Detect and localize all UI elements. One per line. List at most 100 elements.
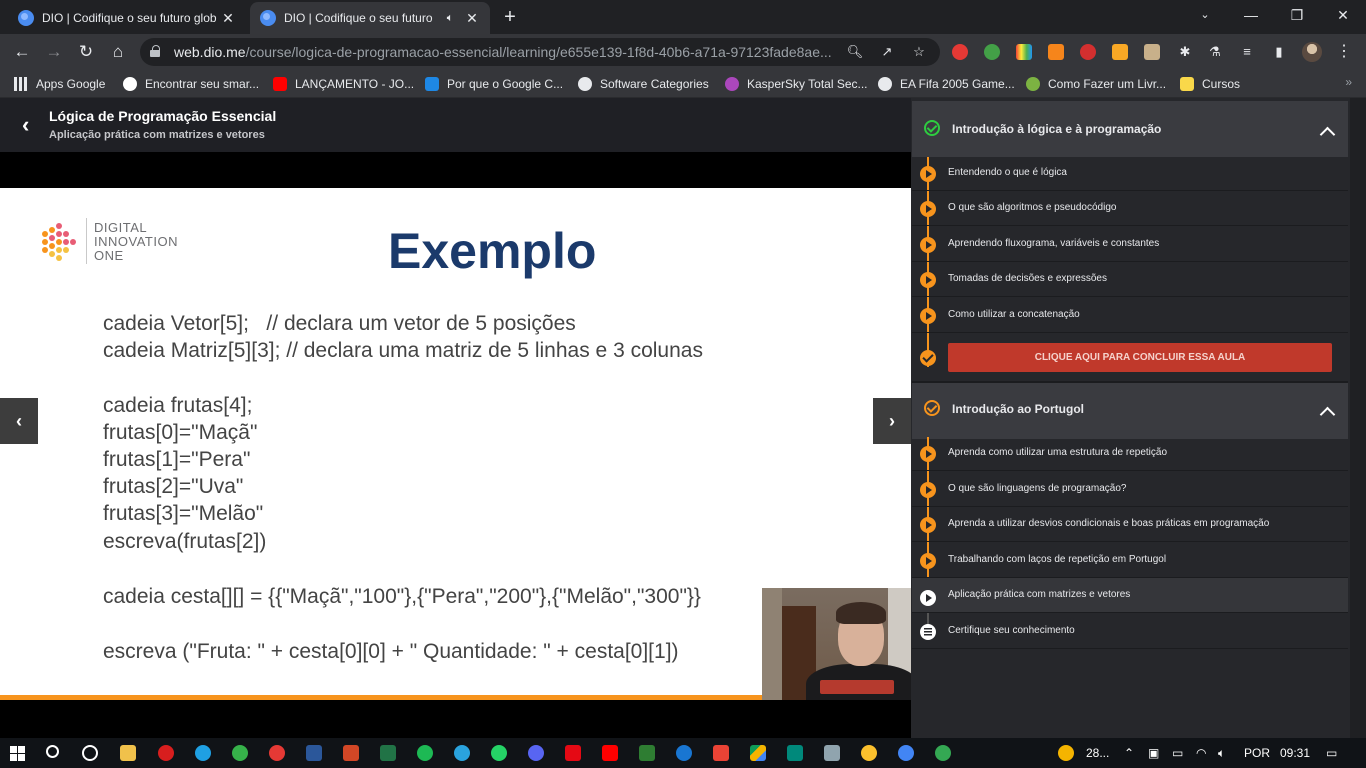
gmail-icon[interactable] (713, 745, 729, 761)
minimize-button[interactable]: — (1228, 0, 1274, 32)
lesson-item[interactable]: Certifique seu conhecimento (912, 614, 1348, 649)
tab-search-icon[interactable]: ⌄ (1182, 0, 1228, 32)
bookmark-item[interactable]: Encontrar seu smar... (123, 75, 259, 93)
browser-tab-active[interactable]: DIO | Codifique o seu futuro 🔈︎ ✕ (250, 2, 490, 34)
collapse-chevron-icon[interactable] (1320, 124, 1334, 138)
clock[interactable]: 09:31 (1280, 746, 1310, 760)
address-bar[interactable]: web.dio.me/course/logica-de-programacao-… (140, 38, 940, 66)
extensions-puzzle-icon[interactable]: ✱ (1176, 43, 1194, 61)
browser-toolbar: ← → ↻ ⌂ web.dio.me/course/logica-de-prog… (0, 34, 1366, 70)
maximize-button[interactable]: ❐ (1274, 0, 1320, 32)
lesson-item[interactable]: O que são linguagens de programação? (912, 472, 1348, 507)
language-indicator[interactable]: POR (1244, 746, 1270, 760)
bookmark-item[interactable]: LANÇAMENTO - JO... (273, 75, 414, 93)
lesson-item[interactable]: Entendendo o que é lógica (912, 156, 1348, 191)
google-drive-icon[interactable] (750, 745, 766, 761)
back-icon[interactable]: ← (10, 40, 34, 64)
metamask-icon[interactable] (1048, 44, 1064, 60)
browser-tab[interactable]: DIO | Codifique o seu futuro glob ✕ (8, 2, 246, 34)
bookmark-item[interactable]: EA Fifa 2005 Game... (878, 75, 1015, 93)
next-lesson-button[interactable]: › (873, 398, 911, 444)
share-icon[interactable]: ↗ (878, 43, 896, 61)
app-icon[interactable] (269, 745, 285, 761)
close-tab-icon[interactable]: ✕ (220, 10, 236, 27)
word-icon[interactable] (306, 745, 322, 761)
reload-icon[interactable]: ↻ (74, 40, 98, 64)
lesson-item[interactable]: Como utilizar a concatenação (912, 298, 1348, 333)
lesson-item[interactable]: Aprendendo fluxograma, variáveis e const… (912, 227, 1348, 262)
extension-icon[interactable] (952, 44, 968, 60)
url-text[interactable]: web.dio.me/course/logica-de-programacao-… (174, 44, 834, 60)
tray-icon[interactable]: ▣ (1148, 746, 1159, 760)
labs-flask-icon[interactable]: ⚗ (1206, 43, 1224, 61)
profile-avatar[interactable] (1302, 42, 1322, 62)
show-hidden-icons-icon[interactable]: ⌃ (1124, 746, 1134, 760)
collapse-chevron-icon[interactable] (1320, 404, 1334, 418)
windows-start-icon[interactable] (10, 746, 25, 761)
edge-icon[interactable] (195, 745, 211, 761)
search-icon[interactable] (46, 745, 59, 758)
side-panel-icon[interactable]: ▮ (1270, 43, 1288, 61)
lesson-item[interactable]: O que são algoritmos e pseudocódigo (912, 191, 1348, 226)
bookmark-apps-google[interactable]: Apps Google (14, 75, 105, 93)
new-tab-button[interactable]: + (498, 6, 522, 30)
chrome-icon[interactable] (861, 745, 877, 761)
extension-icon[interactable] (1112, 44, 1128, 60)
opera-icon[interactable] (158, 745, 174, 761)
lesson-item[interactable]: Trabalhando com laços de repetição em Po… (912, 543, 1348, 578)
app-icon[interactable] (639, 745, 655, 761)
extension-icon[interactable] (1080, 44, 1096, 60)
globe-icon (878, 77, 892, 91)
bookmark-item[interactable]: KasperSky Total Sec... (725, 75, 868, 93)
spotify-icon[interactable] (417, 745, 433, 761)
lesson-item[interactable]: Aprenda como utilizar uma estrutura de r… (912, 436, 1348, 471)
app-icon[interactable] (787, 745, 803, 761)
prev-lesson-button[interactable]: ‹ (0, 398, 38, 444)
utorrent-icon[interactable] (232, 745, 248, 761)
telegram-icon[interactable] (454, 745, 470, 761)
powerpoint-icon[interactable] (343, 745, 359, 761)
bookmark-item[interactable]: Por que o Google C... (425, 75, 563, 93)
forward-icon[interactable]: → (42, 40, 66, 64)
wifi-icon[interactable]: ◠ (1196, 746, 1206, 760)
chrome-menu-icon[interactable]: ⋮ (1336, 42, 1352, 62)
app-icon[interactable] (676, 745, 692, 761)
weather-icon[interactable] (1058, 745, 1074, 761)
home-icon[interactable]: ⌂ (106, 40, 130, 64)
chrome-icon[interactable] (898, 745, 914, 761)
excel-icon[interactable] (380, 745, 396, 761)
volume-icon[interactable]: 🔈︎ (1218, 746, 1225, 761)
extension-icon[interactable] (1016, 44, 1032, 60)
bookmarks-overflow-icon[interactable]: » (1345, 75, 1352, 89)
bookmark-star-icon[interactable]: ☆ (910, 43, 928, 61)
bookmark-label: Como Fazer um Livr... (1048, 77, 1167, 91)
weather-text[interactable]: 28... (1086, 746, 1109, 760)
extension-icon[interactable] (984, 44, 1000, 60)
close-tab-icon[interactable]: ✕ (464, 10, 480, 27)
youtube-icon[interactable] (602, 745, 618, 761)
back-chevron-icon[interactable]: ‹ (22, 114, 40, 136)
complete-lesson-button[interactable]: CLIQUE AQUI PARA CONCLUIR ESSA AULA (948, 343, 1332, 372)
bookmark-folder-cursos[interactable]: Cursos (1180, 75, 1240, 93)
media-controls-icon[interactable]: ≡ (1238, 43, 1256, 61)
bookmark-item[interactable]: Software Categories (578, 75, 709, 93)
extension-icon[interactable] (1144, 44, 1160, 60)
discord-icon[interactable] (528, 745, 544, 761)
notifications-icon[interactable]: ▭ (1326, 746, 1337, 760)
lesson-item[interactable]: Tomadas de decisões e expressões (912, 262, 1348, 297)
sidebar-scrollbar[interactable] (1350, 98, 1366, 738)
bookmark-item[interactable]: Como Fazer um Livr... (1026, 75, 1166, 93)
whatsapp-icon[interactable] (491, 745, 507, 761)
file-explorer-icon[interactable] (120, 745, 136, 761)
zoom-search-icon[interactable]: 🔍︎ (846, 43, 864, 61)
close-window-button[interactable]: ✕ (1320, 0, 1366, 32)
app-icon[interactable] (824, 745, 840, 761)
task-view-icon[interactable] (82, 745, 98, 761)
lesson-item[interactable]: Aprenda a utilizar desvios condicionais … (912, 507, 1348, 542)
netflix-icon[interactable] (565, 745, 581, 761)
chrome-icon[interactable] (935, 745, 951, 761)
speaker-icon[interactable]: 🔈︎ (442, 12, 458, 25)
battery-icon[interactable]: ▭ (1172, 746, 1183, 760)
lock-icon[interactable] (150, 45, 160, 57)
lesson-item-current[interactable]: Aplicação prática com matrizes e vetores (912, 578, 1348, 613)
